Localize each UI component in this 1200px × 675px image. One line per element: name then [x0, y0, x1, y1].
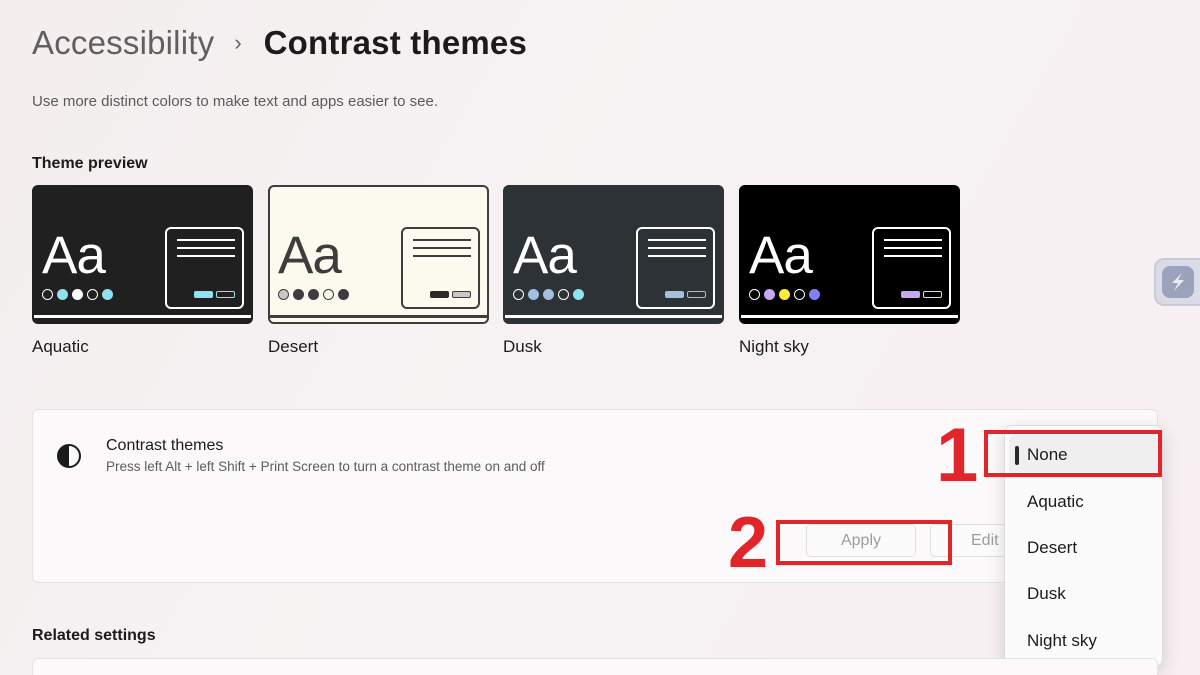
text-line [413, 247, 471, 249]
color-swatch [573, 289, 584, 300]
page-description: Use more distinct colors to make text an… [32, 93, 439, 110]
color-swatch [308, 289, 319, 300]
window-preview [636, 227, 715, 309]
text-line [648, 255, 706, 257]
mini-button [665, 291, 684, 298]
taskbar-line [505, 315, 722, 318]
color-swatch [543, 289, 554, 300]
color-swatch [809, 289, 820, 300]
theme-card-night-sky[interactable]: Aa [739, 185, 960, 324]
related-settings-card [32, 658, 1158, 675]
color-swatch [323, 289, 334, 300]
app-logo-icon [1162, 266, 1194, 298]
breadcrumb: Accessibility › Contrast themes [32, 24, 527, 62]
preview-text: Aa [278, 226, 342, 285]
color-swatches [42, 289, 113, 300]
dropdown-option-label: Night sky [1027, 631, 1097, 650]
color-swatches [278, 289, 349, 300]
text-line [413, 255, 471, 257]
color-swatch [338, 289, 349, 300]
theme-card-dusk[interactable]: Aa [503, 185, 724, 324]
preview-text: Aa [513, 226, 577, 285]
text-line [177, 255, 235, 257]
dropdown-option-desert[interactable]: Desert [1005, 528, 1162, 568]
color-swatch [779, 289, 790, 300]
mini-button [430, 291, 449, 298]
preview-text: Aa [42, 226, 106, 285]
color-swatch [558, 289, 569, 300]
window-preview [872, 227, 951, 309]
color-swatch [102, 289, 113, 300]
chevron-right-icon: › [234, 30, 242, 55]
color-swatch [87, 289, 98, 300]
color-swatch [764, 289, 775, 300]
text-line [648, 247, 706, 249]
mini-button [923, 291, 942, 298]
color-swatches [513, 289, 584, 300]
theme-name-label: Night sky [739, 337, 809, 356]
color-swatches [749, 289, 820, 300]
text-line [648, 239, 706, 241]
annotation-number-2: 2 [728, 503, 769, 583]
contrast-themes-title: Contrast themes [106, 437, 224, 454]
annotation-box-none [984, 430, 1162, 477]
dropdown-option-label: Aquatic [1027, 492, 1084, 511]
dropdown-option-label: Dusk [1027, 584, 1066, 603]
text-line [884, 239, 942, 241]
text-line [177, 247, 235, 249]
dropdown-option-aquatic[interactable]: Aquatic [1005, 482, 1162, 522]
theme-preview-heading: Theme preview [32, 155, 148, 172]
taskbar-line [741, 315, 958, 318]
contrast-themes-description: Press left Alt + left Shift + Print Scre… [106, 459, 545, 474]
theme-name-label: Aquatic [32, 337, 89, 356]
annotation-box-apply [776, 520, 952, 565]
color-swatch [42, 289, 53, 300]
theme-card-aquatic[interactable]: Aa [32, 185, 253, 324]
text-line [884, 255, 942, 257]
taskbar-line [270, 315, 487, 318]
contrast-icon [57, 444, 81, 468]
page-title: Contrast themes [263, 24, 528, 61]
color-swatch [293, 289, 304, 300]
text-line [413, 239, 471, 241]
mini-button [687, 291, 706, 298]
mini-button [901, 291, 920, 298]
annotation-number-1: 1 [936, 413, 979, 498]
color-swatch [528, 289, 539, 300]
preview-text: Aa [749, 226, 813, 285]
floating-widget-button[interactable] [1154, 258, 1200, 306]
related-settings-heading: Related settings [32, 627, 156, 644]
mini-button [452, 291, 471, 298]
theme-name-label: Desert [268, 337, 319, 356]
color-swatch [794, 289, 805, 300]
dropdown-option-night-sky[interactable]: Night sky [1005, 621, 1162, 661]
mini-button [194, 291, 213, 298]
color-swatch [749, 289, 760, 300]
dropdown-option-dusk[interactable]: Dusk [1005, 574, 1162, 614]
text-line [884, 247, 942, 249]
dropdown-option-label: Desert [1027, 538, 1078, 557]
text-line [177, 239, 235, 241]
color-swatch [72, 289, 83, 300]
window-preview [165, 227, 244, 309]
theme-card-desert[interactable]: Aa [268, 185, 489, 324]
theme-name-label: Dusk [503, 337, 542, 356]
breadcrumb-accessibility-link[interactable]: Accessibility [32, 24, 214, 62]
color-swatch [513, 289, 524, 300]
mini-button [216, 291, 235, 298]
window-preview [401, 227, 480, 309]
color-swatch [57, 289, 68, 300]
color-swatch [278, 289, 289, 300]
taskbar-line [34, 315, 251, 318]
